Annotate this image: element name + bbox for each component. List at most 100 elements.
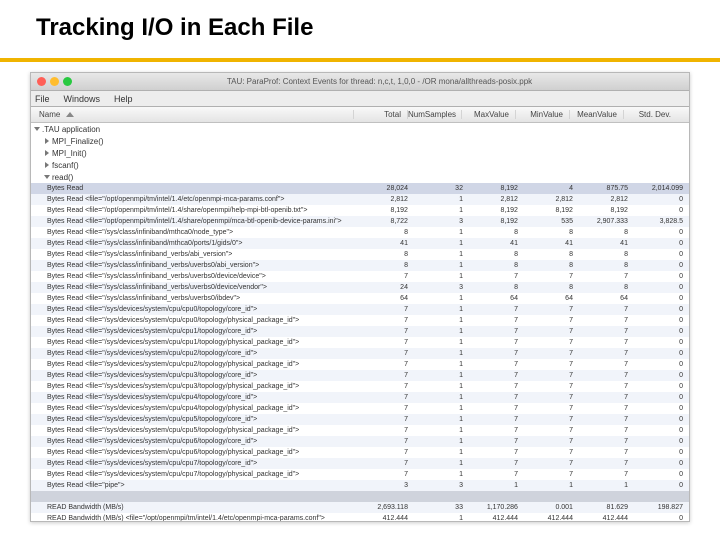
row-name: Bytes Read <file="/opt/openmpi/tm/intel/…: [31, 205, 359, 216]
row-value: 8: [579, 282, 634, 293]
table-row[interactable]: Bytes Read28,024328,1924875.752,014.099: [31, 183, 689, 194]
row-value: 1: [414, 205, 469, 216]
table-row[interactable]: Bytes Read <file="/sys/devices/system/cp…: [31, 359, 689, 370]
row-value: 1: [414, 370, 469, 381]
row-value: 198.827: [634, 502, 689, 513]
row-value: 7: [579, 403, 634, 414]
col-total[interactable]: Total: [353, 110, 407, 119]
table-row[interactable]: Bytes Read <file="/sys/devices/system/cp…: [31, 304, 689, 315]
row-value: 0: [634, 370, 689, 381]
data-table: Bytes Read28,024328,1924875.752,014.099B…: [31, 183, 689, 521]
table-row[interactable]: Bytes Read <file="/sys/devices/system/cp…: [31, 403, 689, 414]
row-value: 1: [414, 194, 469, 205]
table-row[interactable]: Bytes Read <file="/sys/devices/system/cp…: [31, 315, 689, 326]
row-value: 1: [524, 480, 579, 491]
table-row[interactable]: Bytes Read <file="/opt/openmpi/tm/intel/…: [31, 205, 689, 216]
table-row[interactable]: Bytes Read <file="/sys/class/infiniband/…: [31, 227, 689, 238]
row-value: 41: [359, 238, 414, 249]
tree: .TAU application MPI_Finalize() MPI_Init…: [31, 123, 689, 183]
row-value: 7: [579, 458, 634, 469]
table-row[interactable]: Bytes Read <file="/sys/devices/system/cp…: [31, 326, 689, 337]
table-row[interactable]: Bytes Read <file="/sys/devices/system/cp…: [31, 425, 689, 436]
table-row[interactable]: Bytes Read <file="/sys/class/infiniband_…: [31, 293, 689, 304]
col-numsamples[interactable]: NumSamples: [407, 110, 461, 119]
menu-windows[interactable]: Windows: [64, 94, 101, 104]
tree-node[interactable]: fscanf(): [31, 159, 689, 171]
row-value: 7: [469, 436, 524, 447]
row-name: Bytes Read <file="/sys/devices/system/cp…: [31, 458, 359, 469]
table-row[interactable]: Bytes Read <file="/opt/openmpi/tm/intel/…: [31, 194, 689, 205]
table-row[interactable]: Bytes Read <file="/sys/devices/system/cp…: [31, 337, 689, 348]
row-value: 7: [579, 315, 634, 326]
table-row[interactable]: Bytes Read <file="/sys/class/infiniband_…: [31, 249, 689, 260]
table-row[interactable]: READ Bandwidth (MB/s)2,693.118331,170.28…: [31, 502, 689, 513]
row-value: 7: [579, 414, 634, 425]
col-maxvalue[interactable]: MaxValue: [461, 110, 515, 119]
row-value: 0: [634, 304, 689, 315]
row-value: 8: [579, 249, 634, 260]
row-value: 7: [524, 447, 579, 458]
row-value: 7: [524, 326, 579, 337]
row-name: Bytes Read <file="/sys/class/infiniband_…: [31, 271, 359, 282]
table-row[interactable]: Bytes Read <file="/sys/devices/system/cp…: [31, 458, 689, 469]
row-value: 7: [579, 337, 634, 348]
table-row[interactable]: Bytes Read <file="/sys/devices/system/cp…: [31, 392, 689, 403]
row-value: 412.444: [579, 513, 634, 521]
table-row[interactable]: Bytes Read <file="/sys/class/infiniband_…: [31, 282, 689, 293]
row-value: 7: [359, 458, 414, 469]
row-value: 7: [524, 271, 579, 282]
row-value: 7: [524, 436, 579, 447]
table-row[interactable]: Bytes Read <file="/sys/devices/system/cp…: [31, 436, 689, 447]
row-value: 41: [469, 238, 524, 249]
table-row[interactable]: Bytes Read <file="/sys/devices/system/cp…: [31, 381, 689, 392]
minimize-icon[interactable]: [50, 77, 59, 86]
table-row[interactable]: Bytes Read <file="/sys/devices/system/cp…: [31, 348, 689, 359]
row-value: 7: [579, 271, 634, 282]
col-name[interactable]: Name: [31, 110, 353, 119]
row-value: 412.444: [359, 513, 414, 521]
menu-help[interactable]: Help: [114, 94, 133, 104]
row-value: 0: [634, 403, 689, 414]
row-value: 7: [579, 447, 634, 458]
table-row[interactable]: Bytes Read <file="pipe">331110: [31, 480, 689, 491]
menu-file[interactable]: File: [35, 94, 50, 104]
zoom-icon[interactable]: [63, 77, 72, 86]
table-row[interactable]: Bytes Read <file="/sys/class/infiniband_…: [31, 271, 689, 282]
row-value: 7: [359, 326, 414, 337]
chevron-right-icon: [45, 138, 49, 144]
row-value: 1: [414, 238, 469, 249]
col-stddev[interactable]: Std. Dev.: [623, 110, 677, 119]
table-row[interactable]: Bytes Read <file="/sys/devices/system/cp…: [31, 469, 689, 480]
row-value: 8: [469, 249, 524, 260]
row-value: 1: [414, 304, 469, 315]
tree-node[interactable]: read(): [31, 171, 689, 183]
table-row[interactable]: Bytes Read <file="/sys/class/infiniband/…: [31, 238, 689, 249]
row-value: 7: [359, 447, 414, 458]
tree-node[interactable]: MPI_Finalize(): [31, 135, 689, 147]
col-meanvalue[interactable]: MeanValue: [569, 110, 623, 119]
tree-node[interactable]: .TAU application: [31, 123, 689, 135]
row-value: 7: [524, 403, 579, 414]
table-row[interactable]: Bytes Read <file="/sys/devices/system/cp…: [31, 414, 689, 425]
row-value: 64: [579, 293, 634, 304]
table-row[interactable]: READ Bandwidth (MB/s) <file="/opt/openmp…: [31, 513, 689, 521]
table-row[interactable]: Bytes Read <file="/sys/devices/system/cp…: [31, 370, 689, 381]
col-minvalue[interactable]: MinValue: [515, 110, 569, 119]
titlebar[interactable]: TAU: ParaProf: Context Events for thread…: [31, 73, 689, 91]
row-name: Bytes Read <file="/sys/class/infiniband_…: [31, 293, 359, 304]
sort-asc-icon: [66, 112, 74, 117]
row-value: 41: [579, 238, 634, 249]
row-value: 1: [579, 480, 634, 491]
table-row[interactable]: Bytes Read <file="/sys/devices/system/cp…: [31, 447, 689, 458]
table-row[interactable]: Bytes Read <file="/opt/openmpi/tm/intel/…: [31, 216, 689, 227]
tree-node[interactable]: MPI_Init(): [31, 147, 689, 159]
row-value: 0: [634, 282, 689, 293]
row-value: 7: [469, 447, 524, 458]
row-value: 7: [359, 359, 414, 370]
row-name: Bytes Read <file="/sys/devices/system/cp…: [31, 447, 359, 458]
row-value: 24: [359, 282, 414, 293]
row-value: 7: [359, 271, 414, 282]
close-icon[interactable]: [37, 77, 46, 86]
table-row[interactable]: [31, 491, 689, 502]
table-row[interactable]: Bytes Read <file="/sys/class/infiniband_…: [31, 260, 689, 271]
